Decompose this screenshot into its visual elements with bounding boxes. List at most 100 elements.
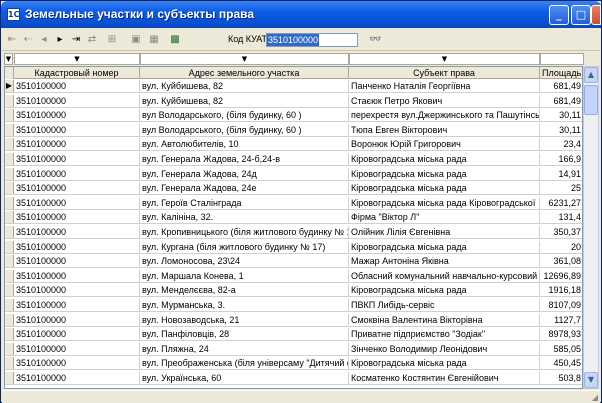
- scroll-thumb[interactable]: [584, 85, 598, 115]
- cell-subject[interactable]: Косматенко Костянтин Євгенійович: [349, 372, 540, 384]
- row-pointer-icon[interactable]: ▶: [5, 80, 14, 92]
- cell-area[interactable]: 25: [540, 182, 582, 194]
- table-row[interactable]: 3510100000 вул. Пляжна, 24 Зінченко Володи…: [5, 342, 582, 356]
- table-row[interactable]: 3510100000 вул. Кургана (біля житлового б…: [5, 240, 582, 254]
- cell-address[interactable]: вул. Кургана (біля житлового будинку № 1…: [140, 240, 349, 253]
- row-selector[interactable]: [5, 196, 14, 209]
- cell-subject[interactable]: Мажар Антоніна Яківна: [349, 255, 540, 268]
- cell-area[interactable]: 131,4: [540, 211, 582, 223]
- row-selector[interactable]: [5, 269, 14, 282]
- cell-address[interactable]: вул. Маршала Конева, 1: [140, 269, 349, 282]
- table-row[interactable]: 3510100000 вул. Маршала Конева, 1 Обласний…: [5, 269, 582, 283]
- table-row[interactable]: 3510100000 вул. Героїв Сталінграда Кіровог…: [5, 196, 582, 210]
- table-row[interactable]: 3510100000 вул. Куйбишева, 82 Стаєюк Петро…: [5, 94, 582, 108]
- table-row[interactable]: 3510100000 вул. Преображенська (біля унів…: [5, 357, 582, 371]
- table-row[interactable]: 3510100000 вул. Генерала Жадова, 24-б,24-…: [5, 153, 582, 166]
- cell-cadastral[interactable]: 3510100000: [14, 153, 140, 165]
- cell-subject[interactable]: Зінченко Володимир Леонідович: [349, 342, 540, 355]
- row-selector[interactable]: [5, 138, 14, 151]
- cell-cadastral[interactable]: 3510100000: [14, 182, 140, 195]
- table-row[interactable]: 3510100000 вул. Мурманська, 3. ПВКП Либідь…: [5, 299, 582, 312]
- filter-address[interactable]: ▼: [140, 53, 349, 65]
- cell-subject[interactable]: Кіровоградська міська рада: [349, 153, 540, 165]
- row-selector[interactable]: [5, 255, 14, 268]
- cell-area[interactable]: 20: [540, 241, 582, 253]
- cell-subject[interactable]: Олійник Лілія Євгенівна: [349, 226, 540, 238]
- cell-cadastral[interactable]: 3510100000: [14, 109, 140, 122]
- cell-address[interactable]: вул Володарського, (біля будинку, 60 ): [140, 109, 349, 122]
- row-selector[interactable]: [5, 284, 14, 297]
- cell-subject[interactable]: Смоквіна Валентина Вікторівна: [349, 313, 540, 326]
- row-selector[interactable]: [5, 357, 14, 370]
- cell-cadastral[interactable]: 3510100000: [14, 167, 140, 180]
- row-selector[interactable]: [5, 313, 14, 326]
- koatu-input[interactable]: 3510100000: [266, 33, 358, 47]
- cell-address[interactable]: вул. Преображенська (біля універсаму "Ди…: [140, 357, 349, 370]
- cell-subject[interactable]: Обласний комунальний навчально-курсовий …: [349, 269, 540, 282]
- cell-address[interactable]: вул. Менделєєва, 82-а: [140, 284, 349, 297]
- cell-area[interactable]: 30,11: [540, 109, 582, 121]
- vertical-scrollbar[interactable]: ▲ ▼: [583, 66, 599, 389]
- next-icon[interactable]: ▸: [54, 33, 66, 47]
- cell-address[interactable]: вул. Генерала Жадова, 24е: [140, 182, 349, 195]
- cell-address[interactable]: вул. Українська, 60: [140, 372, 349, 384]
- cell-subject[interactable]: Воронюк Юрій Григорович: [349, 138, 540, 151]
- cell-subject[interactable]: перехрестя вул.Джержинського та Пашутінс…: [349, 109, 540, 122]
- cell-area[interactable]: 450,45: [540, 357, 582, 369]
- data-grid[interactable]: Кадастровый номер Адрес земельного участ…: [4, 66, 583, 389]
- cell-address[interactable]: вул. Ломоносова, 23\24: [140, 255, 349, 268]
- cell-subject[interactable]: Стаєюк Петро Якович: [349, 94, 540, 107]
- row-selector[interactable]: [5, 211, 14, 224]
- cell-cadastral[interactable]: 3510100000: [14, 226, 140, 238]
- cell-area[interactable]: 1127,7: [540, 314, 582, 326]
- edit-icon[interactable]: ▣: [130, 33, 142, 47]
- table-row[interactable]: 3510100000 вул. Ломоносова, 23\24 Мажар Ан…: [5, 255, 582, 269]
- cell-address[interactable]: вул Володарського, (біля будинку, 60 ): [140, 123, 349, 136]
- cell-area[interactable]: 350,37: [540, 226, 582, 238]
- first-icon[interactable]: ⇤: [6, 33, 18, 47]
- col-header-area[interactable]: Площадь: [540, 67, 582, 79]
- table-row[interactable]: 3510100000 вул Володарського, (біля будин…: [5, 109, 582, 123]
- cell-area[interactable]: 14,91: [540, 168, 582, 180]
- cell-subject[interactable]: Приватне підприємство "Зодіак": [349, 328, 540, 341]
- cell-address[interactable]: вул. Панфіловців, 28: [140, 328, 349, 341]
- cell-area[interactable]: 12696,89: [540, 270, 582, 282]
- cell-address[interactable]: вул. Куйбишева, 82: [140, 80, 349, 92]
- col-header-address[interactable]: Адрес земельного участка: [140, 67, 349, 79]
- refresh-icon[interactable]: ⇄: [86, 33, 98, 47]
- row-selector[interactable]: [5, 182, 14, 195]
- filter-icon[interactable]: ⊞: [106, 33, 118, 47]
- cell-area[interactable]: 8107,09: [540, 299, 582, 311]
- cell-cadastral[interactable]: 3510100000: [14, 342, 140, 355]
- cell-cadastral[interactable]: 3510100000: [14, 123, 140, 136]
- cell-area[interactable]: 166,9: [540, 153, 582, 165]
- cell-area[interactable]: 681,49: [540, 95, 582, 107]
- filter-cadastral[interactable]: ▼: [14, 53, 140, 65]
- cell-area[interactable]: 1916,18: [540, 284, 582, 296]
- binoculars-icon[interactable]: 👓: [369, 34, 381, 45]
- cell-subject[interactable]: Кіровоградська міська рада: [349, 167, 540, 180]
- row-selector[interactable]: [5, 153, 14, 165]
- cell-subject[interactable]: Тюпа Евген Вікторович: [349, 123, 540, 136]
- prev-icon[interactable]: ◂: [38, 33, 50, 47]
- filter-area[interactable]: [540, 53, 584, 65]
- table-row[interactable]: 3510100000 вул Володарського, (біля будин…: [5, 123, 582, 137]
- filter-subject[interactable]: ▼: [349, 53, 540, 65]
- cell-subject[interactable]: Кіровоградська міська рада: [349, 182, 540, 195]
- cell-address[interactable]: вул. Автолюбителів, 10: [140, 138, 349, 151]
- last-icon[interactable]: ⇥: [70, 33, 82, 47]
- cell-address[interactable]: вул. Новозаводська, 21: [140, 313, 349, 326]
- cell-cadastral[interactable]: 3510100000: [14, 357, 140, 370]
- row-selector[interactable]: [5, 299, 14, 311]
- cell-subject[interactable]: ПВКП Либідь-сервіс: [349, 299, 540, 311]
- cell-subject[interactable]: Панченко Наталія Георгіївна: [349, 80, 540, 92]
- close-button[interactable]: [591, 5, 601, 25]
- row-selector[interactable]: [5, 372, 14, 384]
- cell-area[interactable]: 8978,93: [540, 328, 582, 340]
- cell-address[interactable]: вул. Калініна, 32.: [140, 211, 349, 224]
- table-row[interactable]: 3510100000 вул. Автолюбителів, 10 Воронюк …: [5, 138, 582, 152]
- cell-address[interactable]: вул. Пляжна, 24: [140, 342, 349, 355]
- row-selector[interactable]: [5, 226, 14, 238]
- cell-cadastral[interactable]: 3510100000: [14, 313, 140, 326]
- cell-cadastral[interactable]: 3510100000: [14, 299, 140, 311]
